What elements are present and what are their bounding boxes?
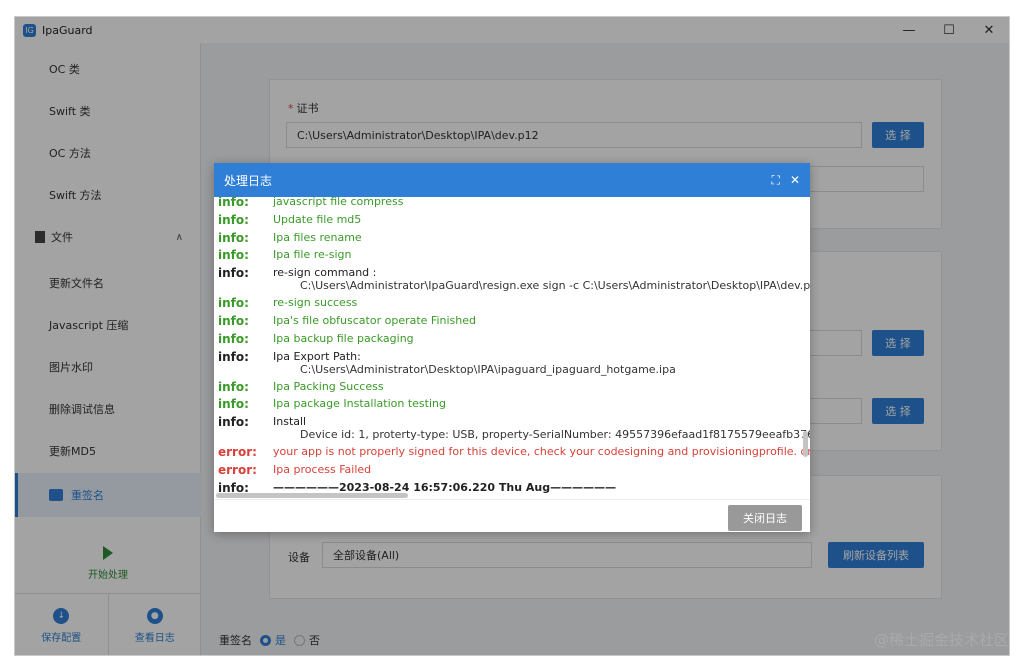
log-level: error: bbox=[218, 445, 257, 460]
vertical-scrollbar[interactable] bbox=[803, 431, 808, 457]
log-level: info: bbox=[218, 230, 249, 245]
watermark: @稀土掘金技术社区 bbox=[873, 631, 1009, 649]
horizontal-scrollbar[interactable] bbox=[216, 493, 408, 498]
log-message: Ipa process Failed bbox=[273, 463, 372, 476]
log-level: info: bbox=[218, 415, 249, 430]
log-message: javascript file compress bbox=[273, 197, 404, 208]
log-level: info: bbox=[218, 349, 249, 364]
log-message: Install bbox=[273, 415, 307, 429]
fullscreen-icon[interactable]: ⛶ bbox=[772, 173, 780, 188]
log-level: info: bbox=[218, 379, 249, 394]
log-level: info: bbox=[218, 331, 249, 346]
log-message: re-sign command : bbox=[273, 266, 377, 280]
log-level: info: bbox=[218, 197, 249, 209]
log-dialog-header: 处理日志 ⛶ ✕ bbox=[214, 163, 810, 197]
log-level: info: bbox=[218, 266, 249, 281]
log-level: info: bbox=[218, 397, 249, 412]
log-level: error: bbox=[218, 463, 257, 477]
log-list[interactable]: info: javascript file compress info: Update… bbox=[214, 197, 810, 497]
log-dialog: 处理日志 ⛶ ✕ info: javascript file compress in… bbox=[214, 163, 810, 532]
log-message: Ipa files rename bbox=[273, 230, 362, 244]
log-level: info: bbox=[218, 212, 249, 227]
log-detail: C:\Users\Administrator\IpaGuard\resign.e… bbox=[300, 279, 810, 293]
log-message: Ipa's file obfuscator operate Finished bbox=[273, 314, 476, 327]
log-message: Ipa file re-sign bbox=[273, 248, 352, 262]
log-level: info: bbox=[218, 296, 249, 311]
close-log-button[interactable]: 关闭日志 bbox=[728, 505, 802, 531]
log-dialog-title: 处理日志 bbox=[224, 173, 273, 188]
log-message: re-sign success bbox=[273, 296, 358, 310]
log-message: Ipa backup file packaging bbox=[273, 331, 414, 345]
log-detail: Device id: 1, proterty-type: USB, proper… bbox=[300, 428, 810, 442]
log-message: Ipa Export Path: bbox=[273, 349, 361, 363]
log-level: info: bbox=[218, 248, 249, 263]
close-icon[interactable]: ✕ bbox=[790, 173, 800, 187]
log-dialog-footer: 关闭日志 bbox=[214, 499, 810, 532]
log-detail: C:\Users\Administrator\Desktop\IPA\ipagu… bbox=[300, 362, 676, 376]
log-message: Ipa Packing Success bbox=[273, 379, 384, 393]
log-message: Update file md5 bbox=[273, 212, 362, 226]
log-message: Ipa package Installation testing bbox=[273, 397, 446, 411]
log-level: info: bbox=[218, 314, 249, 328]
log-message: your app is not properly signed for this… bbox=[273, 445, 810, 459]
